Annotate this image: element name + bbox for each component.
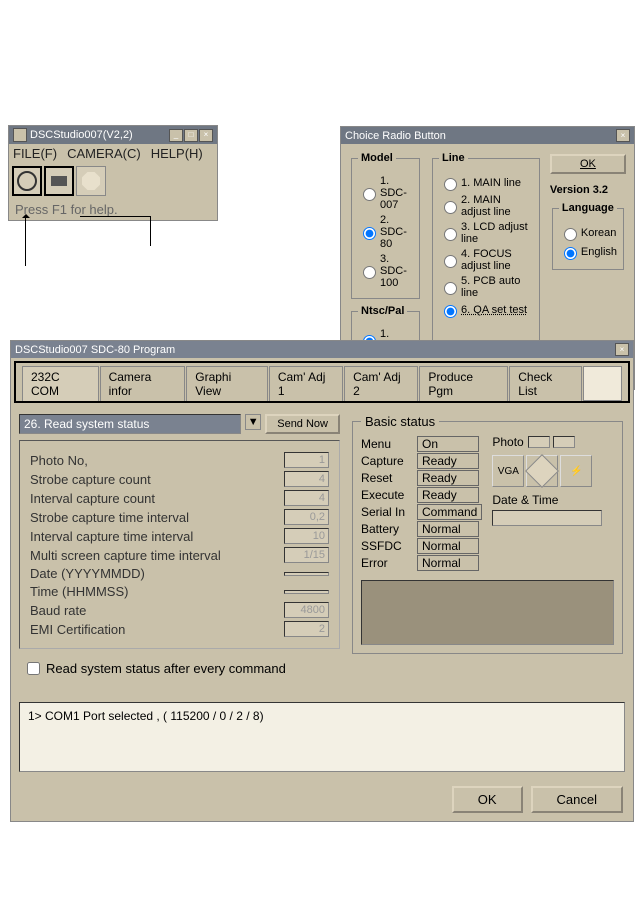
status-ssfdc: SSFDCNormal (361, 538, 482, 554)
status-legend: Basic status (361, 414, 439, 429)
tab-cam-adj1[interactable]: Cam' Adj 1 (269, 366, 343, 401)
octagon-icon (82, 172, 100, 190)
status-reset: ResetReady (361, 470, 482, 486)
radio-model-1[interactable]: 1. SDC-007 (358, 175, 413, 211)
radio-line-1[interactable]: 1. MAIN line (439, 175, 533, 191)
radio-model-2[interactable]: 2. SDC-80 (358, 214, 413, 250)
send-now-button[interactable]: Send Now (265, 414, 340, 434)
win3-titlebar: DSCStudio007 SDC-80 Program × (11, 341, 633, 358)
tab-produce-pgm[interactable]: Produce Pgm (419, 366, 508, 401)
tab-blank (583, 366, 622, 401)
field-strobe-interval: Strobe capture time interval0,2 (30, 509, 329, 525)
form-group: Photo No,1 Strobe capture count4 Interva… (19, 440, 340, 649)
menu-help[interactable]: HELP(H) (151, 146, 203, 161)
field-multi-screen: Multi screen capture time interval1/15 (30, 547, 329, 563)
radio-model-3[interactable]: 3. SDC-100 (358, 253, 413, 289)
field-baud: Baud rate4800 (30, 602, 329, 618)
annotation-line (80, 216, 150, 217)
photo-box-2 (553, 436, 575, 448)
radio-line-5[interactable]: 5. PCB auto line (439, 275, 533, 299)
minimize-button[interactable]: _ (169, 129, 183, 142)
radio-english[interactable]: English (559, 244, 617, 260)
annotation-line-v (150, 216, 151, 246)
status-menu: MenuOn (361, 436, 482, 452)
close-button[interactable]: × (199, 129, 213, 142)
model-group: Model 1. SDC-007 2. SDC-80 3. SDC-100 (351, 152, 420, 299)
close-button[interactable]: × (616, 129, 630, 142)
ok-button[interactable]: OK (452, 786, 523, 813)
field-interval-count: Interval capture count4 (30, 490, 329, 506)
datetime-label: Date & Time (492, 493, 602, 507)
close-button[interactable]: × (615, 343, 629, 356)
dscstudio-toolbar-window: DSCStudio007(V2,2) _ □ × FILE(F) CAMERA(… (8, 125, 218, 221)
win2-titlebar: Choice Radio Button × (341, 127, 634, 144)
main-program-window: DSCStudio007 SDC-80 Program × 232C COM C… (10, 340, 634, 822)
field-emi: EMI Certification2 (30, 621, 329, 637)
field-time: Time (HHMMSS) (30, 584, 329, 599)
model-legend: Model (358, 152, 396, 164)
chevron-down-icon[interactable]: ▼ (245, 414, 261, 430)
tab-232c[interactable]: 232C COM (22, 366, 99, 401)
field-interval-interval: Interval capture time interval10 (30, 528, 329, 544)
tool-stop-button[interactable] (76, 166, 106, 196)
status-serial: Serial InCommand (361, 504, 482, 520)
field-date: Date (YYYYMMDD) (30, 566, 329, 581)
toolbar (9, 163, 217, 199)
sun-icon (17, 171, 37, 191)
tab-graphi-view[interactable]: Graphi View (186, 366, 268, 401)
line-legend: Line (439, 152, 468, 164)
app-icon (13, 128, 27, 142)
win1-title: DSCStudio007(V2,2) (30, 129, 169, 141)
camera-icon (51, 176, 67, 186)
menu-camera[interactable]: CAMERA(C) (67, 146, 141, 161)
diamond-icon[interactable] (526, 455, 558, 487)
radio-korean[interactable]: Korean (559, 225, 617, 241)
basic-status-group: Basic status MenuOn CaptureReady ResetRe… (352, 414, 623, 654)
tab-bar: 232C COM Camera infor Graphi View Cam' A… (14, 361, 630, 403)
field-strobe-count: Strobe capture count4 (30, 471, 329, 487)
status-battery: BatteryNormal (361, 521, 482, 537)
tab-camera-infor[interactable]: Camera infor (100, 366, 186, 401)
menu-file[interactable]: FILE(F) (13, 146, 57, 161)
language-group: Language Korean English (552, 202, 624, 270)
maximize-button[interactable]: □ (184, 129, 198, 142)
cancel-button[interactable]: Cancel (531, 786, 623, 813)
log-output: 1> COM1 Port selected , ( 115200 / 0 / 2… (19, 702, 625, 772)
ntscpal-legend: Ntsc/Pal (358, 305, 407, 317)
radio-line-4[interactable]: 4. FOCUS adjust line (439, 248, 533, 272)
tab-cam-adj2[interactable]: Cam' Adj 2 (344, 366, 418, 401)
datetime-box (492, 510, 602, 526)
ok-button[interactable]: OK (550, 154, 626, 174)
photo-label: Photo (492, 435, 602, 449)
version-label: Version 3.2 (550, 184, 626, 196)
vga-icon[interactable]: VGA (492, 455, 524, 487)
radio-line-2[interactable]: 2. MAIN adjust line (439, 194, 533, 218)
win3-title: DSCStudio007 SDC-80 Program (15, 344, 615, 356)
radio-line-6[interactable]: 6. QA set test (439, 302, 533, 318)
status-error: ErrorNormal (361, 555, 482, 571)
read-after-checkbox[interactable]: Read system status after every command (23, 659, 336, 678)
language-legend: Language (559, 202, 617, 214)
command-dropdown[interactable]: 26. Read system status (19, 414, 241, 434)
photo-box-1 (528, 436, 550, 448)
preview-box (361, 580, 614, 645)
annotation-arrow (25, 216, 26, 266)
status-execute: ExecuteReady (361, 487, 482, 503)
tool-camera-button[interactable] (44, 166, 74, 196)
win1-titlebar: DSCStudio007(V2,2) _ □ × (9, 126, 217, 144)
tab-check-list[interactable]: Check List (509, 366, 582, 401)
tool-sun-button[interactable] (12, 166, 42, 196)
status-capture: CaptureReady (361, 453, 482, 469)
field-photo-no: Photo No,1 (30, 452, 329, 468)
radio-line-3[interactable]: 3. LCD adjust line (439, 221, 533, 245)
menubar: FILE(F) CAMERA(C) HELP(H) (9, 144, 217, 163)
flash-icon[interactable]: ⚡ (560, 455, 592, 487)
win2-title: Choice Radio Button (345, 130, 616, 142)
